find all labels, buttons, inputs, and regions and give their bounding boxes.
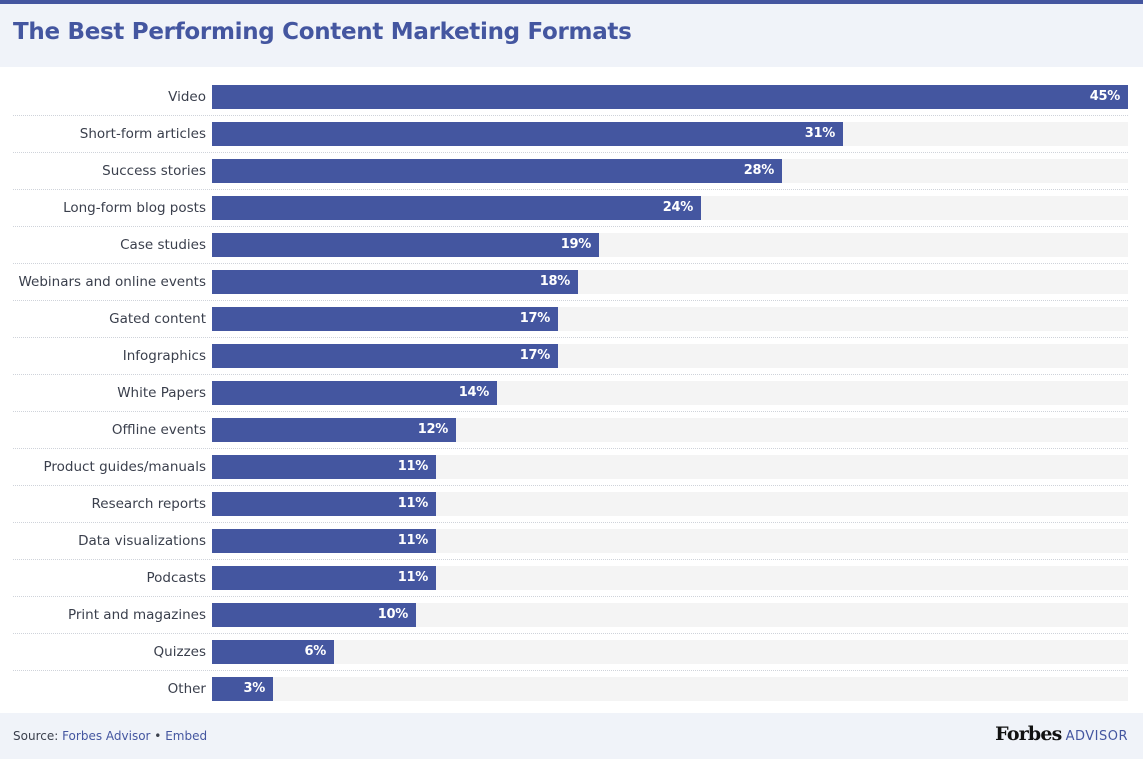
bar-value-label: 31% (804, 126, 836, 141)
bar-value-label: 45% (1089, 89, 1121, 104)
row-separator (13, 522, 1128, 523)
bar-value-label: 19% (560, 237, 592, 252)
row-separator (13, 596, 1128, 597)
bar (212, 159, 782, 183)
category-label: Webinars and online events (18, 274, 206, 290)
row-separator (13, 559, 1128, 560)
category-label: Other (167, 681, 206, 697)
category-label: Quizzes (153, 644, 206, 660)
row-separator (13, 633, 1128, 634)
source-link[interactable]: Forbes Advisor (62, 729, 150, 743)
bar-value-label: 11% (397, 533, 429, 548)
bar (212, 307, 558, 331)
bar-value-label: 11% (397, 496, 429, 511)
category-label: Podcasts (146, 570, 206, 586)
category-label: Video (168, 89, 206, 105)
brand-forbes: Forbes (995, 723, 1062, 745)
category-label: Data visualizations (78, 533, 206, 549)
category-label: Offline events (111, 422, 206, 438)
row-separator (13, 374, 1128, 375)
row-separator (13, 189, 1128, 190)
category-label: Product guides/manuals (43, 459, 206, 475)
bar-value-label: 12% (417, 422, 449, 437)
category-label: Infographics (122, 348, 206, 364)
bar-value-label: 11% (397, 570, 429, 585)
category-label: Print and magazines (67, 607, 206, 623)
bar-chart: Video 45% Short-form articles 31% Success st… (0, 0, 1143, 766)
bar-value-label: 14% (458, 385, 490, 400)
bar-value-label: 17% (519, 311, 551, 326)
row-separator (13, 115, 1128, 116)
row-separator (13, 263, 1128, 264)
bar-value-label: 10% (377, 607, 409, 622)
bar-track (212, 640, 1128, 664)
bar-value-label: 18% (539, 274, 571, 289)
chart-footer: Source: Forbes Advisor • Embed Forbes ADV… (0, 713, 1143, 759)
source-prefix: Source: (13, 729, 63, 743)
row-separator (13, 152, 1128, 153)
row-separator (13, 485, 1128, 486)
embed-link[interactable]: Embed (165, 729, 207, 743)
row-separator (13, 411, 1128, 412)
category-label: Case studies (120, 237, 206, 253)
category-label: Success stories (102, 163, 206, 179)
category-label: Gated content (109, 311, 206, 327)
bar-track (212, 677, 1128, 701)
bar (212, 344, 558, 368)
brand-advisor: ADVISOR (1065, 729, 1128, 744)
bar (212, 85, 1128, 109)
source-line: Source: Forbes Advisor • Embed (13, 729, 207, 743)
category-label: Long-form blog posts (63, 200, 206, 216)
bar-value-label: 11% (397, 459, 429, 474)
forbes-advisor-logo[interactable]: Forbes ADVISOR (995, 723, 1128, 745)
bar-value-label: 24% (662, 200, 694, 215)
bar (212, 233, 599, 257)
bar-value-label: 28% (743, 163, 775, 178)
row-separator (13, 300, 1128, 301)
bar (212, 122, 843, 146)
row-separator (13, 448, 1128, 449)
row-separator (13, 337, 1128, 338)
bar (212, 270, 578, 294)
category-label: White Papers (117, 385, 206, 401)
category-label: Short-form articles (79, 126, 206, 142)
row-separator (13, 670, 1128, 671)
bar-value-label: 3% (243, 681, 266, 696)
source-separator: • (150, 729, 166, 743)
row-separator (13, 226, 1128, 227)
category-label: Research reports (91, 496, 206, 512)
bar-value-label: 17% (519, 348, 551, 363)
bar (212, 196, 701, 220)
bar-value-label: 6% (304, 644, 327, 659)
